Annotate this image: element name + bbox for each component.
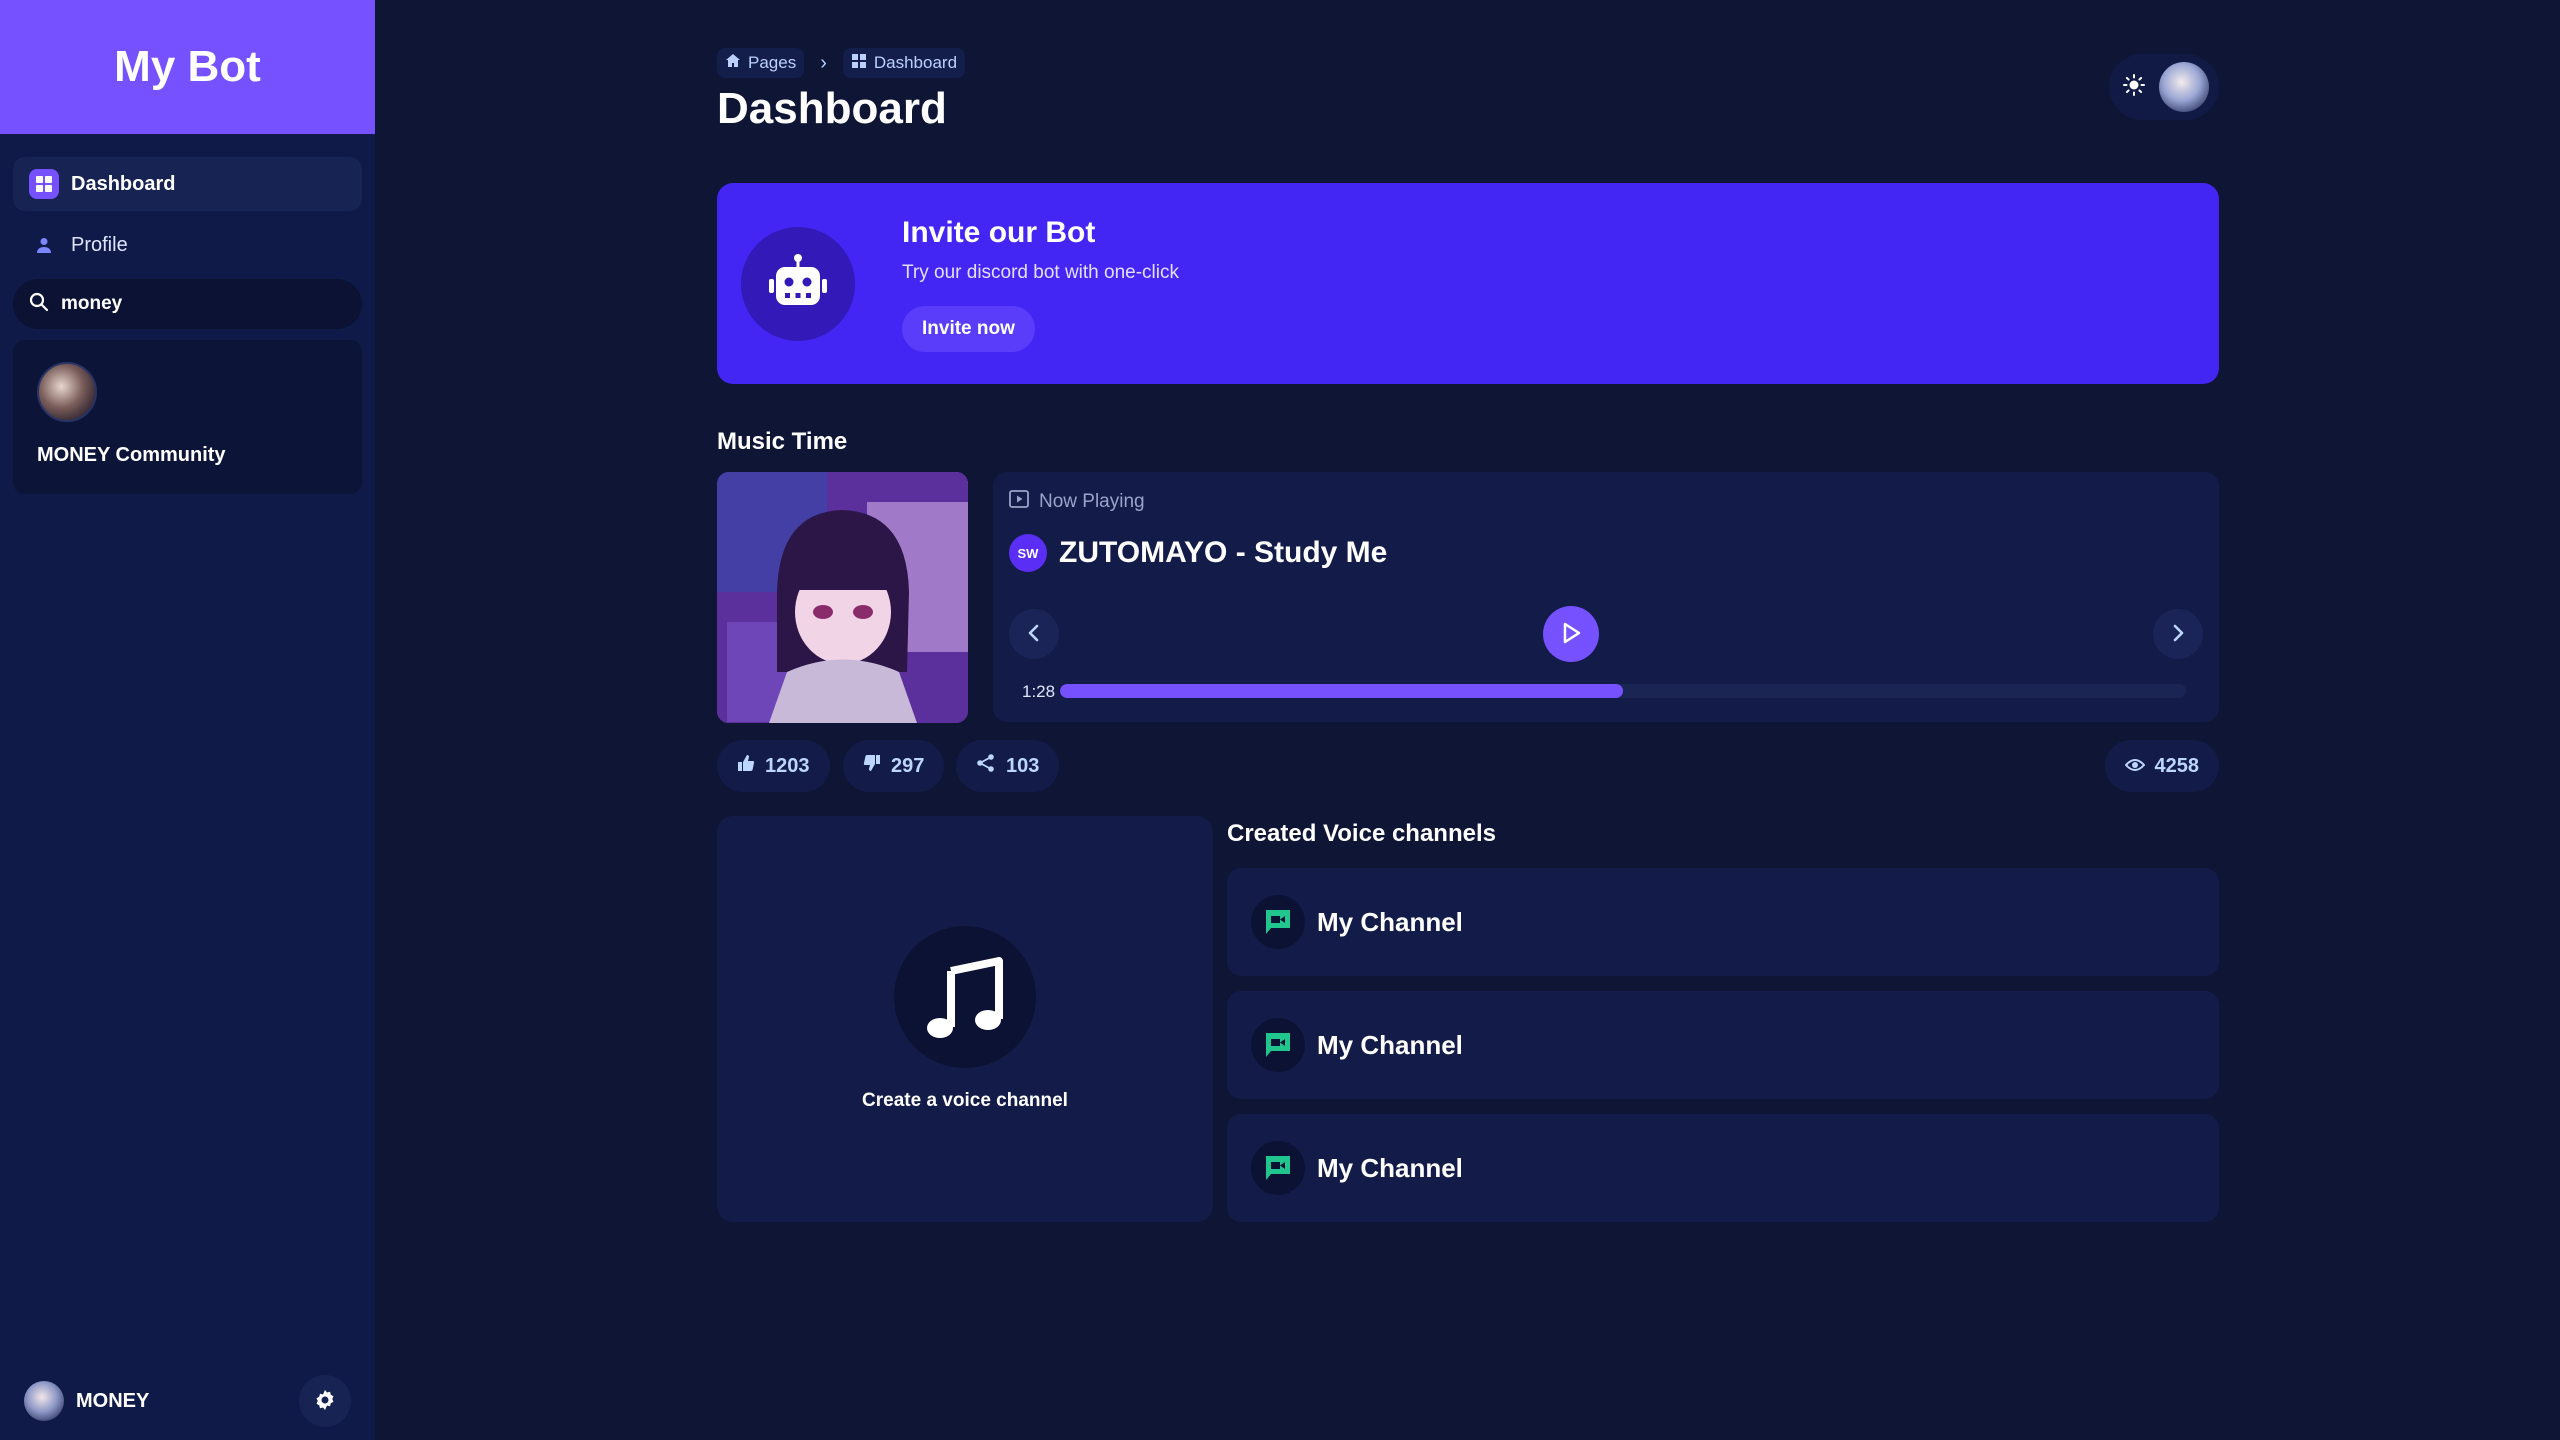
dislikes-button[interactable]: 297 [843,740,945,792]
album-art [717,472,968,723]
sidebar: My Bot Dashboard Profile money MONEY Com… [0,0,375,1440]
main-content: Pages › Dashboard Dashboard Invite our B… [717,0,2219,1440]
chevron-left-icon [1024,623,1044,646]
breadcrumb-label: Dashboard [873,53,958,72]
brand-header: My Bot [0,0,375,134]
progress-bar[interactable] [1060,684,2186,698]
settings-button[interactable] [299,1375,351,1427]
create-voice-channel-card[interactable]: Create a voice channel [717,816,1213,1222]
video-chat-icon [1251,895,1305,949]
breadcrumb-dashboard[interactable]: Dashboard [842,48,966,78]
brand-title: My Bot [114,42,261,91]
sidebar-item-dashboard[interactable]: Dashboard [13,157,362,211]
music-section-title: Music Time [717,428,848,455]
track-title: ZUTOMAYO - Study Me [1059,536,1388,569]
channel-name: My Channel [1317,1152,1463,1183]
search-input[interactable] [61,293,346,315]
channel-name: My Channel [1317,906,1463,937]
likes-button[interactable]: 1203 [717,740,830,792]
now-playing-label: Now Playing [1039,491,1145,512]
gear-icon [313,1388,337,1415]
voice-channel-item[interactable]: My Channel [1227,1114,2219,1222]
create-voice-channel-label: Create a voice channel [862,1090,1068,1111]
sidebar-nav: Dashboard Profile MONEY Community [0,134,375,494]
play-icon [1558,620,1584,649]
play-button[interactable] [1543,606,1599,662]
invite-subtitle: Try our discord bot with one-click [902,261,1180,283]
video-chat-icon [1251,1018,1305,1072]
robot-icon [741,226,855,341]
views-count: 4258 [2154,754,2200,777]
artist-badge: SW [1009,534,1047,572]
sidebar-item-label: Profile [71,233,128,256]
avatar[interactable] [24,1381,64,1421]
search-icon [29,292,49,317]
user-name: MONEY [76,1389,150,1412]
track-info: SW ZUTOMAYO - Study Me [1009,534,1387,572]
previous-button[interactable] [1009,609,1059,659]
search-box [13,279,362,329]
breadcrumb-label: Pages [748,53,797,72]
next-button[interactable] [2153,609,2203,659]
voice-section-title: Created Voice channels [1227,820,1496,847]
app-root: My Bot Dashboard Profile money MONEY Com… [0,0,2560,1440]
thumbs-down-icon [863,754,881,778]
voice-channel-item[interactable]: My Channel [1227,868,2219,976]
guild-name: MONEY Community [37,444,226,466]
guild-card[interactable]: MONEY Community [13,340,362,494]
dislikes-count: 297 [891,754,925,777]
now-playing: Now Playing [1009,490,1145,514]
voice-channel-item[interactable]: My Channel [1227,991,2219,1099]
dashboard-icon [29,169,59,199]
guild-avatar [37,362,97,422]
music-note-icon [894,926,1036,1068]
eye-icon [2124,755,2145,778]
breadcrumb: Pages › Dashboard [717,48,966,78]
channel-name: My Channel [1317,1029,1463,1060]
theme-toggle-sun-icon[interactable] [2123,73,2145,101]
invite-text: Invite our Bot Try our discord bot with … [902,216,1179,352]
shares-count: 103 [1006,754,1040,777]
sidebar-item-label: Dashboard [71,172,176,195]
top-right-controls [2109,54,2219,120]
person-icon [29,230,59,260]
home-icon [725,53,741,74]
progress-fill [1060,684,1623,698]
likes-count: 1203 [765,754,810,777]
share-button[interactable]: 103 [956,740,1060,792]
sidebar-item-profile[interactable]: Profile [13,218,362,272]
breadcrumb-separator: › [820,51,827,74]
invite-title: Invite our Bot [902,215,1096,249]
music-player: Now Playing SW ZUTOMAYO - Study Me 1:28 [993,472,2219,722]
invite-now-button[interactable]: Invite now [902,305,1035,352]
share-icon [976,753,996,779]
page-title: Dashboard [717,84,947,133]
thumbs-up-icon [737,754,755,778]
dashboard-icon [851,53,867,74]
avatar[interactable] [2159,62,2209,112]
breadcrumb-pages[interactable]: Pages [717,48,805,78]
invite-banner: Invite our Bot Try our discord bot with … [717,183,2219,384]
user-bar: MONEY [0,1362,375,1440]
video-icon [1009,490,1029,514]
elapsed-time: 1:28 [1022,682,1056,701]
video-chat-icon [1251,1141,1305,1195]
chevron-right-icon [2168,623,2188,646]
views-badge: 4258 [2104,740,2219,792]
